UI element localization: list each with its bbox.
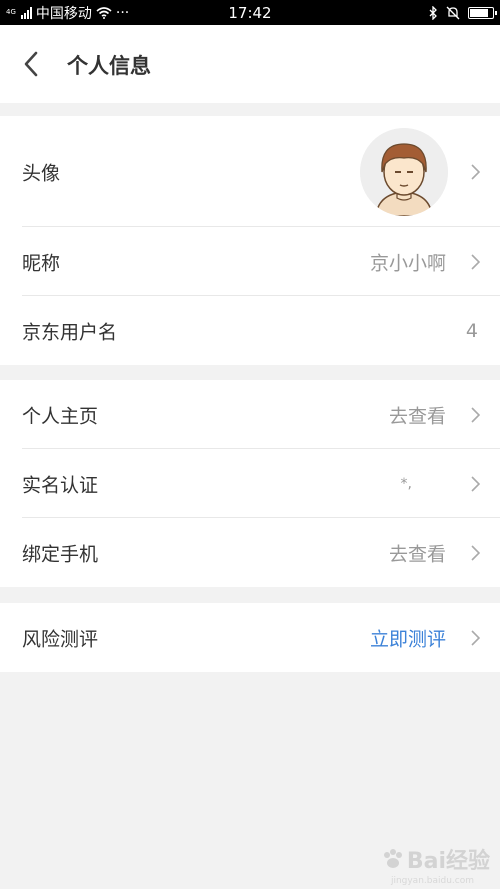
watermark-text: Bai经验 <box>406 849 490 874</box>
clock: 17:42 <box>228 4 272 22</box>
status-bar: 4G 中国移动 ··· 17:42 <box>0 0 500 25</box>
row-label-nickname: 昵称 <box>22 252 61 274</box>
chevron-right-icon <box>468 474 482 494</box>
risk-group: 风险测评 立即测评 <box>0 603 500 672</box>
chevron-right-icon <box>468 628 482 648</box>
row-label-homepage: 个人主页 <box>22 405 99 427</box>
avatar <box>360 128 448 216</box>
row-label-realname: 实名认证 <box>22 474 99 496</box>
page-title: 个人信息 <box>67 54 151 78</box>
homepage-value: 去查看 <box>388 405 446 427</box>
status-right <box>429 0 497 25</box>
realname-value: *, <box>400 475 412 492</box>
phone-value: 去查看 <box>388 543 446 565</box>
row-avatar[interactable]: 头像 <box>0 116 500 227</box>
baidu-watermark: Bai经验 <box>381 843 490 875</box>
row-risk[interactable]: 风险测评 立即测评 <box>0 603 500 672</box>
username-value: 4 <box>465 319 478 342</box>
row-label-username: 京东用户名 <box>22 321 118 343</box>
row-phone[interactable]: 绑定手机 去查看 <box>0 518 500 587</box>
nickname-value: 京小小啊 <box>369 252 446 274</box>
chevron-right-icon <box>468 405 482 425</box>
account-group: 个人主页 去查看 实名认证 *, 绑定手机 去查看 <box>0 380 500 587</box>
mute-bell-icon <box>446 6 460 19</box>
watermark-sub: jingyan.baidu.com <box>390 876 474 886</box>
risk-test-link[interactable]: 立即测评 <box>370 624 446 651</box>
chevron-right-icon <box>468 543 482 563</box>
header-bar: 个人信息 <box>0 25 500 103</box>
back-button[interactable] <box>16 47 46 81</box>
chevron-right-icon <box>468 162 482 182</box>
row-nickname[interactable]: 昵称 京小小啊 <box>0 227 500 296</box>
profile-group: 头像 昵称 京小小啊 京东用户名 4 <box>0 116 500 365</box>
row-label-avatar: 头像 <box>22 162 61 184</box>
paw-icon <box>383 849 402 868</box>
row-label-phone: 绑定手机 <box>22 543 99 565</box>
battery-icon <box>468 6 497 19</box>
chevron-right-icon <box>468 252 482 272</box>
bluetooth-icon <box>429 5 437 20</box>
row-label-risk: 风险测评 <box>22 628 99 650</box>
row-homepage[interactable]: 个人主页 去查看 <box>0 380 500 449</box>
chevron-left-icon <box>24 51 38 77</box>
row-username: 京东用户名 4 <box>0 296 500 365</box>
row-realname[interactable]: 实名认证 *, <box>0 449 500 518</box>
